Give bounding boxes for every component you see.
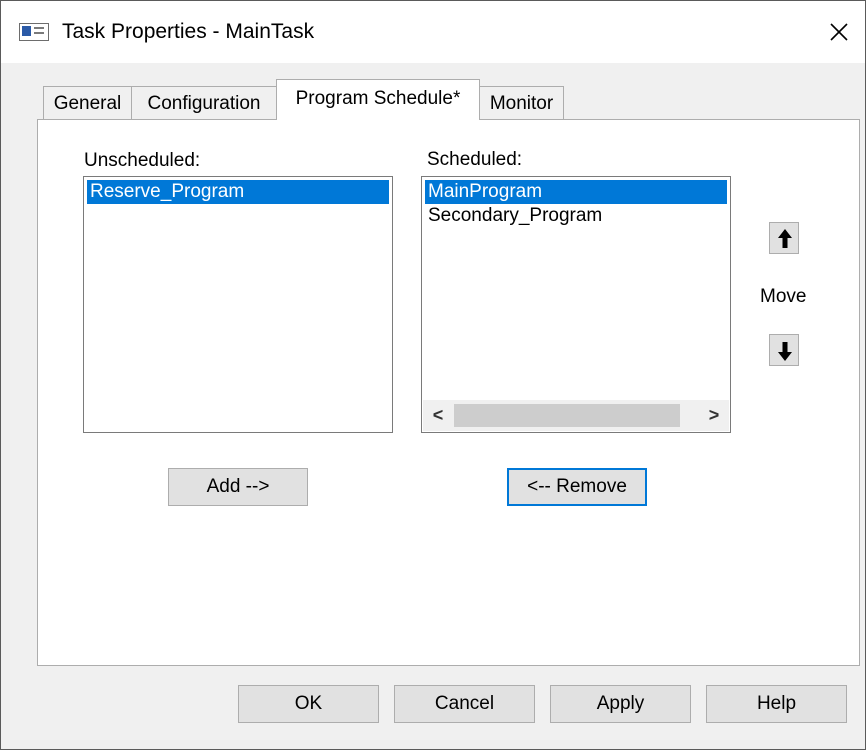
close-icon bbox=[830, 23, 848, 41]
scrollbar-thumb[interactable] bbox=[454, 404, 680, 427]
move-down-button[interactable] bbox=[769, 334, 799, 366]
tab-configuration[interactable]: Configuration bbox=[131, 86, 277, 119]
cancel-button[interactable]: Cancel bbox=[394, 685, 535, 723]
scheduled-list[interactable]: MainProgram Secondary_Program < > bbox=[421, 176, 731, 433]
tab-program-schedule[interactable]: Program Schedule* bbox=[276, 79, 480, 120]
add-button[interactable]: Add --> bbox=[168, 468, 308, 506]
arrow-up-icon bbox=[778, 229, 792, 248]
arrow-down-icon bbox=[778, 342, 792, 361]
tab-general[interactable]: General bbox=[43, 86, 132, 119]
list-item[interactable]: Secondary_Program bbox=[425, 204, 727, 228]
close-button[interactable] bbox=[819, 13, 859, 51]
ok-button[interactable]: OK bbox=[238, 685, 379, 723]
task-window-icon bbox=[19, 23, 49, 41]
help-button[interactable]: Help bbox=[706, 685, 847, 723]
apply-button[interactable]: Apply bbox=[550, 685, 691, 723]
scroll-right-button[interactable]: > bbox=[699, 400, 729, 431]
move-label: Move bbox=[760, 286, 807, 307]
list-item[interactable]: Reserve_Program bbox=[87, 180, 389, 204]
task-properties-dialog: Task Properties - MainTask General Confi… bbox=[0, 0, 866, 750]
unscheduled-list[interactable]: Reserve_Program bbox=[83, 176, 393, 433]
unscheduled-label: Unscheduled: bbox=[84, 150, 201, 171]
scheduled-label: Scheduled: bbox=[427, 149, 523, 170]
program-schedule-panel: Unscheduled: Reserve_Program Scheduled: … bbox=[37, 119, 860, 666]
title-bar: Task Properties - MainTask bbox=[1, 1, 865, 63]
tab-monitor[interactable]: Monitor bbox=[479, 86, 564, 119]
window-title: Task Properties - MainTask bbox=[62, 20, 315, 43]
remove-button[interactable]: <-- Remove bbox=[507, 468, 647, 506]
scroll-left-button[interactable]: < bbox=[423, 400, 453, 431]
horizontal-scrollbar[interactable]: < > bbox=[423, 400, 729, 431]
list-item[interactable]: MainProgram bbox=[425, 180, 727, 204]
move-up-button[interactable] bbox=[769, 222, 799, 254]
